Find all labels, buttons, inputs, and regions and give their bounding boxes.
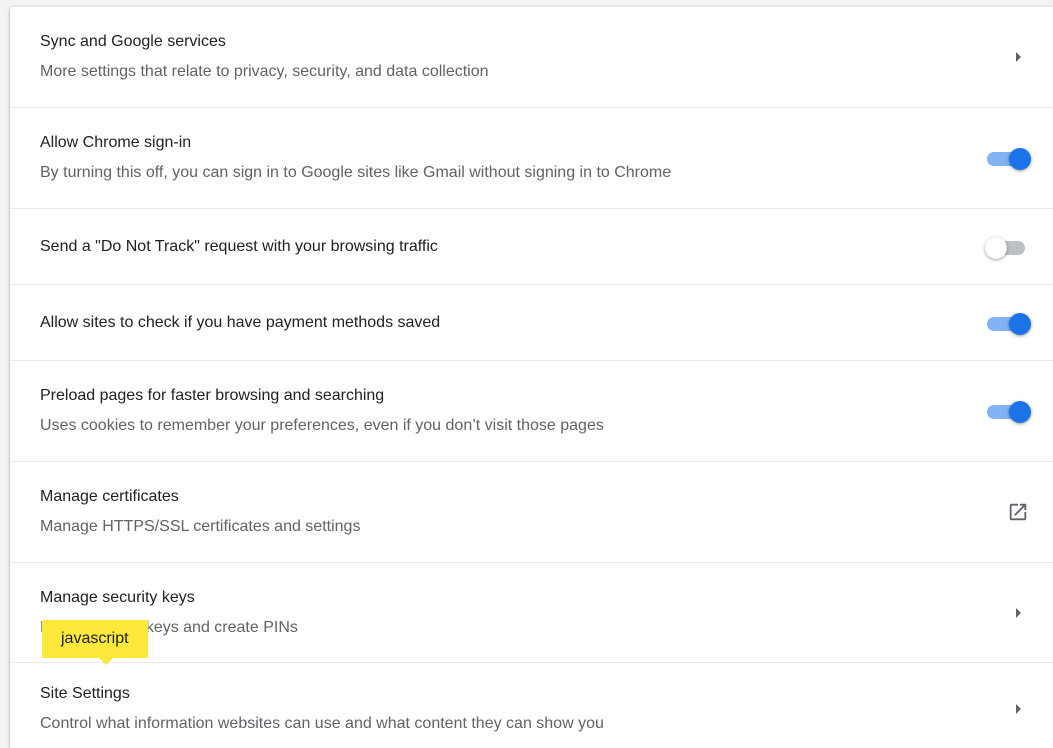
payment-methods-row: Allow sites to check if you have payment… bbox=[10, 284, 1053, 360]
row-description: Manage HTTPS/SSL certificates and settin… bbox=[40, 518, 361, 535]
arrow-right-icon[interactable] bbox=[1016, 703, 1031, 714]
row-title: Sync and Google services bbox=[40, 33, 226, 50]
open-in-new-icon[interactable] bbox=[1007, 501, 1031, 523]
row-description: Control what information websites can us… bbox=[40, 714, 604, 732]
row-description: Uses cookies to remember your preference… bbox=[40, 417, 604, 434]
site-settings-row[interactable]: Site Settings Control what information w… bbox=[10, 662, 1053, 748]
allow-chrome-signin-row: Allow Chrome sign-in By turning this off… bbox=[10, 107, 1053, 208]
manage-security-keys-row[interactable]: Manage security keys Reset security keys… bbox=[10, 562, 1053, 662]
do-not-track-row: Send a "Do Not Track" request with your … bbox=[10, 208, 1053, 284]
row-title: Manage security keys bbox=[40, 588, 195, 606]
row-title: Site Settings bbox=[40, 684, 130, 702]
preload-pages-row: Preload pages for faster browsing and se… bbox=[10, 360, 1053, 461]
arrow-right-icon[interactable] bbox=[1016, 52, 1031, 62]
row-title: Manage certificates bbox=[40, 488, 179, 505]
row-title: Allow Chrome sign-in bbox=[40, 134, 192, 151]
manage-certificates-row[interactable]: Manage certificates Manage HTTPS/SSL cer… bbox=[10, 461, 1053, 562]
row-title: Preload pages for faster browsing and se… bbox=[40, 387, 385, 404]
do-not-track-toggle[interactable] bbox=[985, 235, 1031, 259]
allow-chrome-signin-toggle[interactable] bbox=[985, 146, 1031, 170]
row-title: Send a "Do Not Track" request with your … bbox=[40, 237, 438, 255]
row-title: Allow sites to check if you have payment… bbox=[40, 313, 441, 331]
javascript-tooltip: javascript bbox=[42, 620, 148, 665]
payment-methods-toggle[interactable] bbox=[985, 311, 1031, 335]
privacy-security-card: Sync and Google services More settings t… bbox=[10, 7, 1053, 748]
sync-google-services-row[interactable]: Sync and Google services More settings t… bbox=[10, 7, 1053, 107]
row-description: By turning this off, you can sign in to … bbox=[40, 164, 672, 181]
preload-pages-toggle[interactable] bbox=[985, 399, 1031, 423]
arrow-right-icon[interactable] bbox=[1016, 607, 1031, 618]
row-description: More settings that relate to privacy, se… bbox=[40, 63, 489, 80]
